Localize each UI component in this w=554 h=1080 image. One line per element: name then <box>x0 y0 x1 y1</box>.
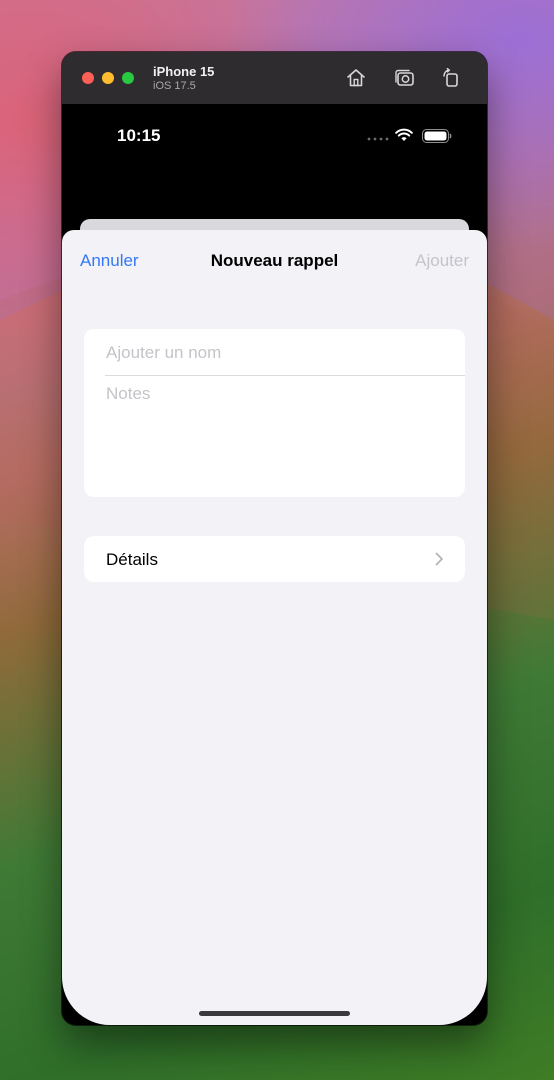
device-os-version: iOS 17.5 <box>153 80 196 92</box>
reminder-notes-input[interactable] <box>106 384 451 484</box>
device-screen: 10:15 Annuler Nouveau rappel Ajouter Ajo… <box>62 104 487 1025</box>
reminder-name-input[interactable] <box>106 341 451 365</box>
chevron-right-icon <box>435 552 443 566</box>
screenshot-icon[interactable] <box>393 66 417 90</box>
add-button[interactable]: Ajouter <box>415 251 469 271</box>
minimize-window-button[interactable] <box>102 72 114 84</box>
status-time: 10:15 <box>117 126 161 145</box>
simulator-window: iPhone 15 iOS 17.5 10:15 Annuler Nouveau… <box>62 52 487 1025</box>
rotate-icon[interactable] <box>439 66 463 90</box>
details-label: Détails <box>106 550 158 569</box>
new-reminder-sheet: Annuler Nouveau rappel Ajouter Détails <box>62 230 487 1025</box>
reminder-form-card <box>84 329 465 497</box>
wifi-icon <box>395 128 413 141</box>
form-divider <box>105 375 465 376</box>
home-indicator[interactable] <box>199 1011 350 1016</box>
simulator-titlebar: iPhone 15 iOS 17.5 <box>62 52 487 105</box>
device-name: iPhone 15 <box>153 64 215 79</box>
battery-icon <box>422 129 452 143</box>
details-row[interactable]: Détails <box>84 536 465 582</box>
close-window-button[interactable] <box>82 72 94 84</box>
cellular-dots-icon <box>367 137 389 141</box>
zoom-window-button[interactable] <box>122 72 134 84</box>
home-icon[interactable] <box>344 66 368 90</box>
